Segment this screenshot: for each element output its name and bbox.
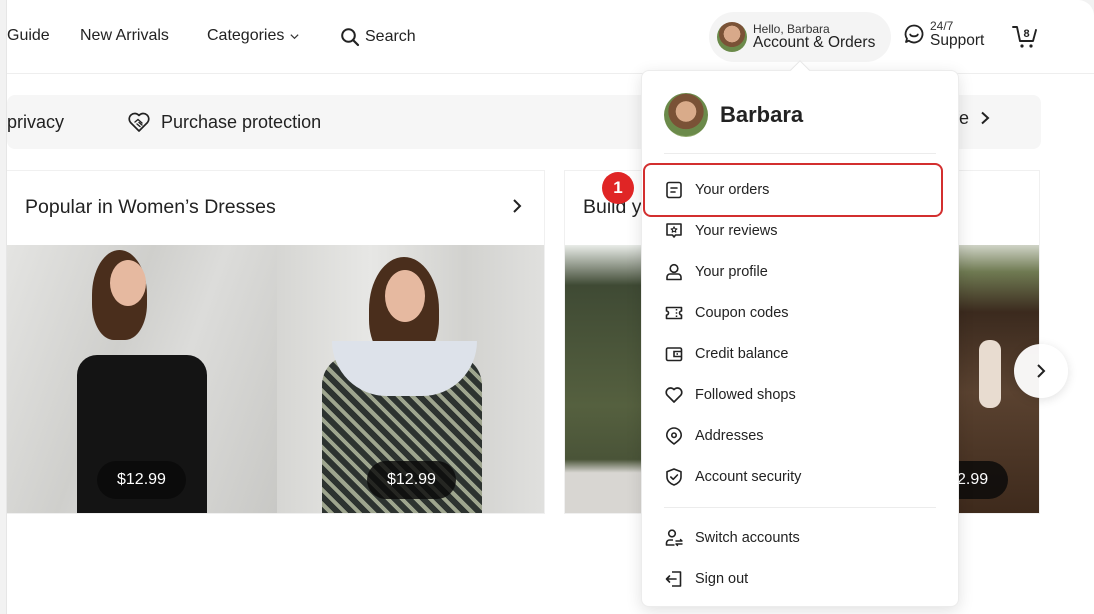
- cart-button[interactable]: 8: [1011, 22, 1039, 50]
- coupon-icon: [665, 306, 683, 320]
- menu-item-sign-out[interactable]: Sign out: [664, 561, 748, 597]
- nav-search-label: Search: [365, 28, 416, 45]
- trust-purchase-protection[interactable]: Purchase protection: [127, 95, 321, 149]
- menu-item-your-profile[interactable]: Your profile: [664, 254, 768, 290]
- handshake-heart-icon: [128, 112, 150, 132]
- product-photo-figure: [110, 260, 146, 306]
- cart-count: 8: [1023, 28, 1029, 40]
- top-nav: Guide New Arrivals Categories Search Hel…: [7, 0, 1094, 74]
- menu-item-label: Coupon codes: [695, 305, 789, 321]
- account-orders-button[interactable]: Hello, Barbara Account & Orders: [709, 12, 891, 62]
- product-price: $12.99: [97, 461, 186, 499]
- menu-item-switch-accounts[interactable]: Switch accounts: [664, 520, 800, 556]
- menu-item-credit-balance[interactable]: Credit balance: [664, 336, 789, 372]
- nav-categories-label: Categories: [207, 27, 285, 44]
- product-photo-figure: [385, 270, 425, 322]
- divider: [664, 507, 936, 508]
- trust-purchase-protection-label: Purchase protection: [161, 111, 322, 132]
- menu-item-your-reviews[interactable]: Your reviews: [664, 213, 777, 249]
- chat-smile-icon: [904, 25, 924, 44]
- review-icon: [666, 223, 682, 238]
- product-price: 2.99: [957, 461, 1009, 499]
- menu-item-account-security[interactable]: Account security: [664, 459, 801, 495]
- menu-item-label: Account security: [695, 469, 802, 485]
- trust-privacy-label: privacy: [7, 111, 65, 132]
- trust-privacy[interactable]: privacy: [7, 95, 64, 149]
- shield-check-icon: [666, 468, 682, 486]
- carousel-next-button[interactable]: [1014, 344, 1068, 398]
- step-badge: 1: [602, 172, 634, 204]
- nav-categories[interactable]: Categories: [207, 27, 300, 45]
- product-card-women-dresses: Popular in Women’s Dresses $12.99 $12.99: [7, 171, 544, 513]
- menu-item-coupon-codes[interactable]: Coupon codes: [664, 295, 789, 331]
- product-price: $12.99: [367, 461, 456, 499]
- chevron-right-icon[interactable]: [510, 197, 524, 215]
- account-name: Barbara: [720, 102, 804, 127]
- divider: [664, 153, 936, 154]
- menu-item-label: Switch accounts: [695, 530, 800, 546]
- heart-icon: [665, 387, 683, 403]
- menu-item-label: Your orders: [695, 182, 770, 198]
- sign-out-icon: [665, 571, 682, 587]
- account-menu-header: Barbara: [664, 93, 803, 137]
- cart-icon: 8: [1012, 26, 1037, 48]
- product-image[interactable]: $12.99: [277, 245, 544, 513]
- menu-item-label: Addresses: [695, 428, 764, 444]
- menu-item-label: Followed shops: [695, 387, 796, 403]
- account-menu: Barbara Your orders Your reviews Your pr…: [641, 70, 959, 607]
- support-label: Support: [930, 31, 985, 49]
- chevron-right-icon: [981, 111, 990, 125]
- nav-new-arrivals-label: New Arrivals: [80, 27, 169, 44]
- support-button[interactable]: 24/7 Support: [903, 20, 984, 49]
- chevron-down-icon: [290, 33, 299, 39]
- nav-new-arrivals[interactable]: New Arrivals: [80, 27, 169, 45]
- menu-item-label: Your profile: [695, 264, 768, 280]
- profile-icon: [666, 263, 682, 281]
- menu-item-addresses[interactable]: Addresses: [664, 418, 764, 454]
- chevron-right-icon: [1037, 364, 1046, 378]
- menu-item-your-orders[interactable]: Your orders: [664, 172, 769, 208]
- wallet-icon: [665, 347, 683, 362]
- orders-icon: [666, 181, 682, 199]
- avatar: [664, 93, 708, 137]
- nav-guide-label: Guide: [7, 27, 50, 44]
- product-photo-figure: [979, 340, 1001, 408]
- menu-item-followed-shops[interactable]: Followed shops: [664, 377, 796, 413]
- switch-account-icon: [665, 529, 683, 547]
- page: Guide New Arrivals Categories Search Hel…: [6, 0, 1094, 614]
- account-label: Account & Orders: [753, 34, 876, 52]
- menu-item-label: Your reviews: [695, 223, 778, 239]
- card-title[interactable]: Popular in Women’s Dresses: [25, 196, 276, 219]
- avatar: [717, 22, 747, 52]
- product-image[interactable]: $12.99: [7, 245, 277, 513]
- support-hours: 24/7: [930, 19, 954, 33]
- menu-item-label: Sign out: [695, 571, 749, 587]
- nav-guide[interactable]: Guide: [7, 27, 50, 45]
- location-icon: [666, 427, 682, 445]
- menu-item-label: Credit balance: [695, 346, 789, 362]
- nav-search[interactable]: Search: [340, 27, 416, 47]
- search-icon: [341, 28, 360, 47]
- product-image[interactable]: [565, 245, 641, 513]
